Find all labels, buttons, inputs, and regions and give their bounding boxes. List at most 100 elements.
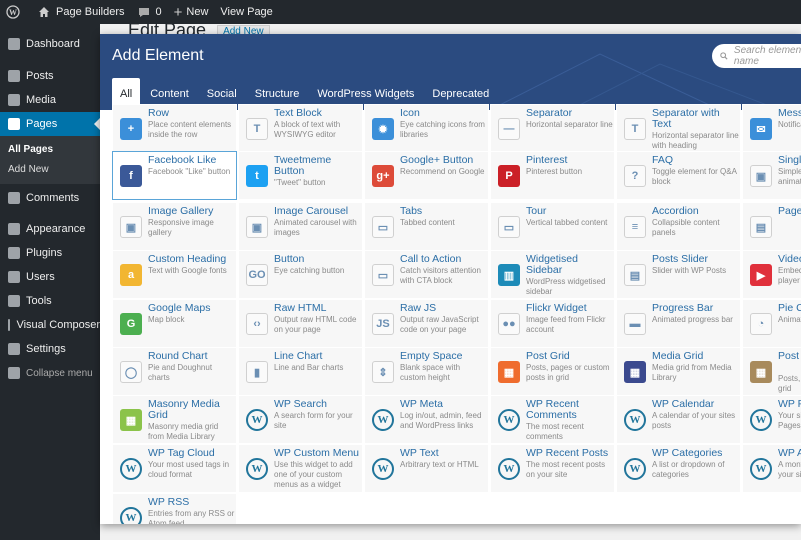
element-line-chart[interactable]: ▮ Line Chart Line and Bar charts [238,347,363,396]
sidebar-item-visual-composer[interactable]: Visual Composer [0,313,100,337]
facebook-icon: f [120,165,142,187]
element-wp-text[interactable]: W WP Text Arbitrary text or HTML [364,444,489,493]
sidebar-item-collapse-menu[interactable]: Collapse menu [0,361,100,385]
element-pinterest[interactable]: P Pinterest Pinterest button [490,151,615,200]
element-posts-slider[interactable]: ▤ Posts Slider Slider with WP Posts [616,250,741,299]
element-wp-categories[interactable]: W WP Categories A list or dropdown of cate… [616,444,741,493]
new-content-link[interactable]: + New [168,0,215,24]
element-search-input[interactable]: Search element by name [712,44,801,68]
element-round-chart[interactable]: ◯ Round Chart Pie and Doughnut charts [112,347,237,396]
sidebar-item-posts[interactable]: Posts [0,64,100,88]
element-pie-chart[interactable]: ◔ Pie ChartAnimated pie chart [742,299,801,348]
wordpress-icon: W [750,458,772,480]
element-wp-pages[interactable]: W WP PagesYour sites WordPress Pages [742,395,801,444]
element-facebook-like[interactable]: f Facebook Like Facebook "Like" button [112,151,237,200]
wordpress-icon: W [750,409,772,431]
sidebar-item-media[interactable]: Media [0,88,100,112]
new-label: New [186,6,209,18]
element-description: Pinterest button [526,167,583,176]
element-wp-recent-posts[interactable]: W WP Recent Posts The most recent posts on… [490,444,615,493]
button-icon: GO [246,264,268,286]
element-separator-with-text[interactable]: T Separator with Text Horizontal separator… [616,104,741,153]
submenu-item-add-new[interactable]: Add New [0,160,100,180]
element-media-grid[interactable]: ▦ Media Grid Media grid from Media Library [616,347,741,396]
element-button[interactable]: GO Button Eye catching button [238,250,363,299]
element-flickr-widget[interactable]: ●● Flickr Widget Image feed from Flickr ac… [490,299,615,348]
element-title: Raw JS [400,302,437,314]
wordpress-icon: W [246,409,268,431]
sidebar-item-pages[interactable]: Pages [0,112,100,136]
element-wp-recent-comments[interactable]: W WP Recent Comments The most recent comme… [490,395,615,444]
sidebar-item-users[interactable]: Users [0,265,100,289]
element-wp-custom-menu[interactable]: W WP Custom Menu Use this widget to add on… [238,444,363,493]
site-name-link[interactable]: Page Builders [31,0,131,24]
element-faq[interactable]: ? FAQ Toggle element for Q&A block [616,151,741,200]
element-widgetised-sidebar[interactable]: ▥ Widgetised Sidebar WordPress widgetised … [490,250,615,299]
element-video-player[interactable]: ▶ Video PlayerEmbed YouTube/Vimeo player [742,250,801,299]
submenu-item-all-pages[interactable]: All Pages [0,140,100,160]
element-title: Raw HTML [274,302,327,314]
element-wp-tag-cloud[interactable]: W WP Tag Cloud Your most used tags in clou… [112,444,237,493]
element-description: Embed YouTube/Vimeo player [778,266,801,285]
element-title: Round Chart [148,350,208,362]
text-block-icon: T [246,118,268,140]
element-raw-js[interactable]: JS Raw JS Output raw JavaScript code on yo… [364,299,489,348]
element-tabs[interactable]: ▭ Tabs Tabbed content [364,202,489,251]
element-image-gallery[interactable]: ▣ Image Gallery Responsive image gallery [112,202,237,251]
element-message-box[interactable]: ✉ Message BoxNotification box [742,104,801,153]
element-tweetmeme-button[interactable]: t Tweetmeme Button "Tweet" button [238,151,363,200]
element-raw-html[interactable]: ‹› Raw HTML Output raw HTML code on your p… [238,299,363,348]
view-page-link[interactable]: View Page [214,0,278,24]
element-tour[interactable]: ▭ Tour Vertical tabbed content [490,202,615,251]
sidebar-item-plugins[interactable]: Plugins [0,241,100,265]
element-description: Eye catching icons from libraries [400,120,485,139]
sidebar-item-dashboard[interactable]: Dashboard [0,32,100,56]
media-icon [8,94,20,106]
element-page-content[interactable]: ▤ Page Content [742,202,801,251]
element-description: Toggle element for Q&A block [652,167,737,186]
sidebar-item-comments[interactable]: Comments [0,186,100,210]
element-image-carousel[interactable]: ▣ Image Carousel Animated carousel with im… [238,202,363,251]
sidebar-item-settings[interactable]: Settings [0,337,100,361]
comments-link[interactable]: 0 [131,0,168,24]
element-custom-heading[interactable]: a Custom Heading Text with Google fonts [112,250,237,299]
element-google-button[interactable]: g+ Google+ Button Recommend on Google [364,151,489,200]
sidebar-item-label: Settings [26,343,66,355]
element-icon[interactable]: ✹ Icon Eye catching icons from libraries [364,104,489,153]
wordpress-logo[interactable]: W [0,0,31,24]
sidebar-item-tools[interactable]: Tools [0,289,100,313]
element-post-masonry-grid[interactable]: ▦ Post Masonry Grid Posts, pages in masonr… [742,347,801,396]
element-description: Eye catching button [274,266,345,275]
faq-icon: ? [624,165,646,187]
element-title: WP Recent Posts [526,447,609,459]
element-wp-search[interactable]: W WP Search A search form for your site [238,395,363,444]
element-description: A calendar of your sites posts [652,411,736,430]
element-wp-meta[interactable]: W WP Meta Log in/out, admin, feed and Word… [364,395,489,444]
element-google-maps[interactable]: G Google Maps Map block [112,299,237,348]
element-description: Arbitrary text or HTML [400,460,479,469]
element-wp-archives[interactable]: W WP ArchivesA monthly archive of your si… [742,444,801,493]
element-description: Image feed from Flickr account [526,315,606,334]
element-title: Google+ Button [400,154,474,166]
element-empty-space[interactable]: ⇕ Empty Space Blank space with custom heig… [364,347,489,396]
dashboard-icon [8,38,20,50]
search-placeholder: Search element by name [733,45,801,67]
element-description: Animated progress bar [652,315,733,324]
element-wp-calendar[interactable]: W WP Calendar A calendar of your sites pos… [616,395,741,444]
element-wp-rss[interactable]: W WP RSS Entries from any RSS or Atom feed [112,493,237,524]
element-title: WP Calendar [652,398,715,410]
pin-icon [8,70,20,82]
element-row[interactable]: + Row Place content elements inside the ro… [112,104,237,153]
heading-icon: a [120,264,142,286]
element-call-to-action[interactable]: ▭ Call to Action Catch visitors attention … [364,250,489,299]
pages-icon [8,118,20,130]
sidebar-item-appearance[interactable]: Appearance [0,217,100,241]
element-text-block[interactable]: T Text Block A block of text with WYSIWYG … [238,104,363,153]
element-title: Button [274,253,305,265]
element-accordion[interactable]: ≡ Accordion Collapsible content panels [616,202,741,251]
element-separator[interactable]: — Separator Horizontal separator line [490,104,615,153]
element-progress-bar[interactable]: ▬ Progress Bar Animated progress bar [616,299,741,348]
element-single-image[interactable]: ▣ Single ImageSimple image with CSS anima… [742,151,801,200]
element-masonry-media-grid[interactable]: ▦ Masonry Media Grid Masonry media grid fr… [112,395,237,444]
element-post-grid[interactable]: ▦ Post Grid Posts, pages or custom posts i… [490,347,615,396]
